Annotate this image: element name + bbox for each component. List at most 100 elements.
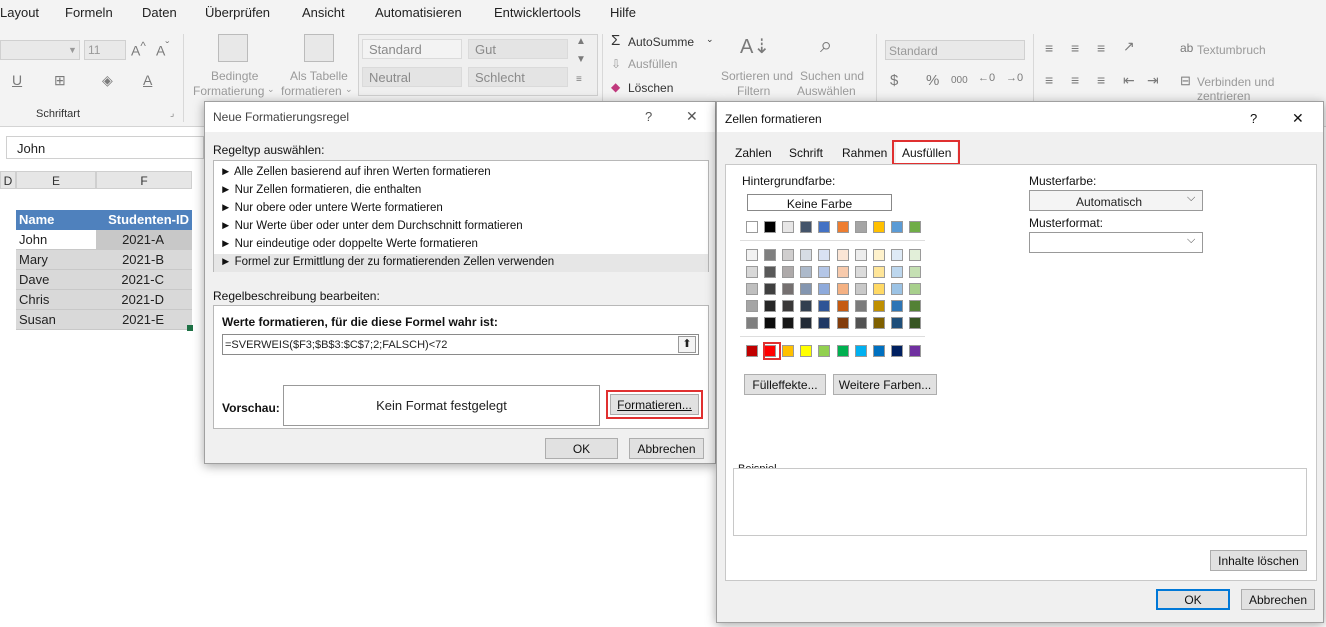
indent-increase-icon[interactable]: ⇥ [1147,72,1159,89]
menu-ansicht[interactable]: Ansicht [302,5,345,20]
conditional-format-icon[interactable] [218,34,248,62]
merge-icon[interactable]: ⊟ [1180,73,1191,89]
color-swatch[interactable] [872,283,885,295]
color-swatch[interactable] [782,283,795,295]
close-icon[interactable]: ✕ [1292,110,1304,127]
border-icon[interactable]: ⊞ [54,72,66,89]
color-swatch[interactable] [818,300,831,312]
menu-ueberpruefen[interactable]: Überprüfen [205,5,270,20]
align-left-icon[interactable]: ≡ [1045,72,1053,88]
menu-daten[interactable]: Daten [142,5,177,20]
color-swatch[interactable] [782,300,795,312]
fill-color-icon[interactable]: ◈ [102,72,113,89]
autosum-button[interactable]: AutoSumme [628,35,694,49]
orientation-icon[interactable]: ↗ [1123,38,1135,55]
color-swatch[interactable] [836,266,849,278]
color-swatch[interactable] [764,283,777,295]
decrease-decimal-icon[interactable]: →0 [1006,72,1023,84]
help-icon[interactable]: ? [645,109,652,124]
color-swatch[interactable] [800,283,813,295]
font-size-select[interactable]: 11 [84,40,126,60]
header-cell-name[interactable]: Name [16,210,96,230]
color-swatch[interactable] [908,317,921,329]
cell-name[interactable]: Chris [16,290,96,310]
color-swatch[interactable] [764,221,777,233]
wrap-text-icon[interactable]: ab [1180,41,1193,55]
color-swatch[interactable] [872,317,885,329]
color-swatch[interactable] [836,249,849,261]
sort-label-2[interactable]: Filtern [737,84,770,98]
color-swatch[interactable] [800,300,813,312]
tab-schrift[interactable]: Schrift [783,142,829,164]
style-gut[interactable]: Gut [468,39,568,59]
cell-student-id[interactable]: 2021-C [96,270,192,290]
color-swatch[interactable] [872,300,885,312]
color-swatch[interactable] [908,221,921,233]
color-swatch[interactable] [836,300,849,312]
list-item[interactable]: ► Nur Zellen formatieren, die enthalten [214,182,708,200]
menu-formeln[interactable]: Formeln [65,5,113,20]
color-swatch[interactable] [782,221,795,233]
color-swatch[interactable] [800,345,813,357]
align-middle-icon[interactable]: ≡ [1071,40,1079,56]
column-header-e[interactable]: E [16,171,96,189]
color-swatch[interactable] [782,249,795,261]
cancel-button[interactable]: Abbrechen [629,438,704,459]
color-swatch[interactable] [818,345,831,357]
eraser-icon[interactable]: ◆ [611,80,620,94]
font-shrink-icon[interactable]: Aˇ [156,40,169,59]
list-item[interactable]: ► Nur eindeutige oder doppelte Werte for… [214,236,708,254]
fill-down-icon[interactable]: ⇩ [611,57,621,71]
color-swatch[interactable] [854,300,867,312]
color-swatch[interactable] [800,266,813,278]
color-swatch[interactable] [746,317,758,329]
color-swatch[interactable] [872,249,885,261]
color-swatch[interactable] [890,345,903,357]
column-header-d[interactable]: D [0,171,16,189]
format-button[interactable]: Formatieren... [610,394,699,415]
rule-formula-input[interactable]: =SVERWEIS($F3;$B$3:$C$7;2;FALSCH)<72 [222,334,699,355]
color-swatch[interactable] [854,317,867,329]
header-cell-student-id[interactable]: Studenten-ID [96,210,192,230]
fill-effects-button[interactable]: Fülleffekte... [744,374,826,395]
search-label-2[interactable]: Auswählen [797,84,856,98]
close-icon[interactable]: ✕ [686,108,698,125]
column-header-f[interactable]: F [96,171,192,189]
format-as-table-icon[interactable] [304,34,334,62]
color-swatch[interactable] [890,221,903,233]
list-item[interactable]: ► Alle Zellen basierend auf ihren Werten… [214,164,708,182]
color-swatch[interactable] [890,317,903,329]
sort-filter-icon[interactable]: A⇣ [740,34,770,59]
color-swatch[interactable] [890,300,903,312]
increase-decimal-icon[interactable]: ←0 [978,72,995,84]
color-swatch[interactable] [800,221,813,233]
delete-button[interactable]: Löschen [628,81,673,95]
cell-student-id[interactable]: 2021-E [96,310,192,330]
clear-button[interactable]: Inhalte löschen [1210,550,1307,571]
color-swatch[interactable] [836,317,849,329]
fill-handle[interactable] [187,325,193,331]
align-bottom-icon[interactable]: ≡ [1097,40,1105,56]
number-format-select[interactable]: Standard [885,40,1025,60]
color-swatch[interactable] [764,317,777,329]
pattern-style-select[interactable] [1029,232,1203,253]
color-swatch[interactable] [908,249,921,261]
color-swatch[interactable] [854,266,867,278]
search-label-1[interactable]: Suchen und [800,69,864,83]
color-swatch[interactable] [836,221,849,233]
color-swatch[interactable] [746,300,758,312]
color-swatch[interactable] [746,221,758,233]
color-swatch[interactable] [746,345,758,357]
color-swatch[interactable] [908,266,921,278]
cell-name[interactable]: Mary [16,250,96,270]
gallery-more-icon[interactable]: ≡ [576,74,582,85]
color-swatch[interactable] [890,283,903,295]
cancel-button[interactable]: Abbrechen [1241,589,1315,610]
color-swatch[interactable] [782,317,795,329]
tab-rahmen[interactable]: Rahmen [836,142,893,164]
more-colors-button[interactable]: Weitere Farben... [833,374,937,395]
underline-icon[interactable]: U [12,72,22,88]
as-table-label-1[interactable]: Als Tabelle [290,69,348,83]
dialog-launcher-icon[interactable]: ⌟ [170,108,174,119]
thousands-icon[interactable]: 000 [951,75,968,86]
